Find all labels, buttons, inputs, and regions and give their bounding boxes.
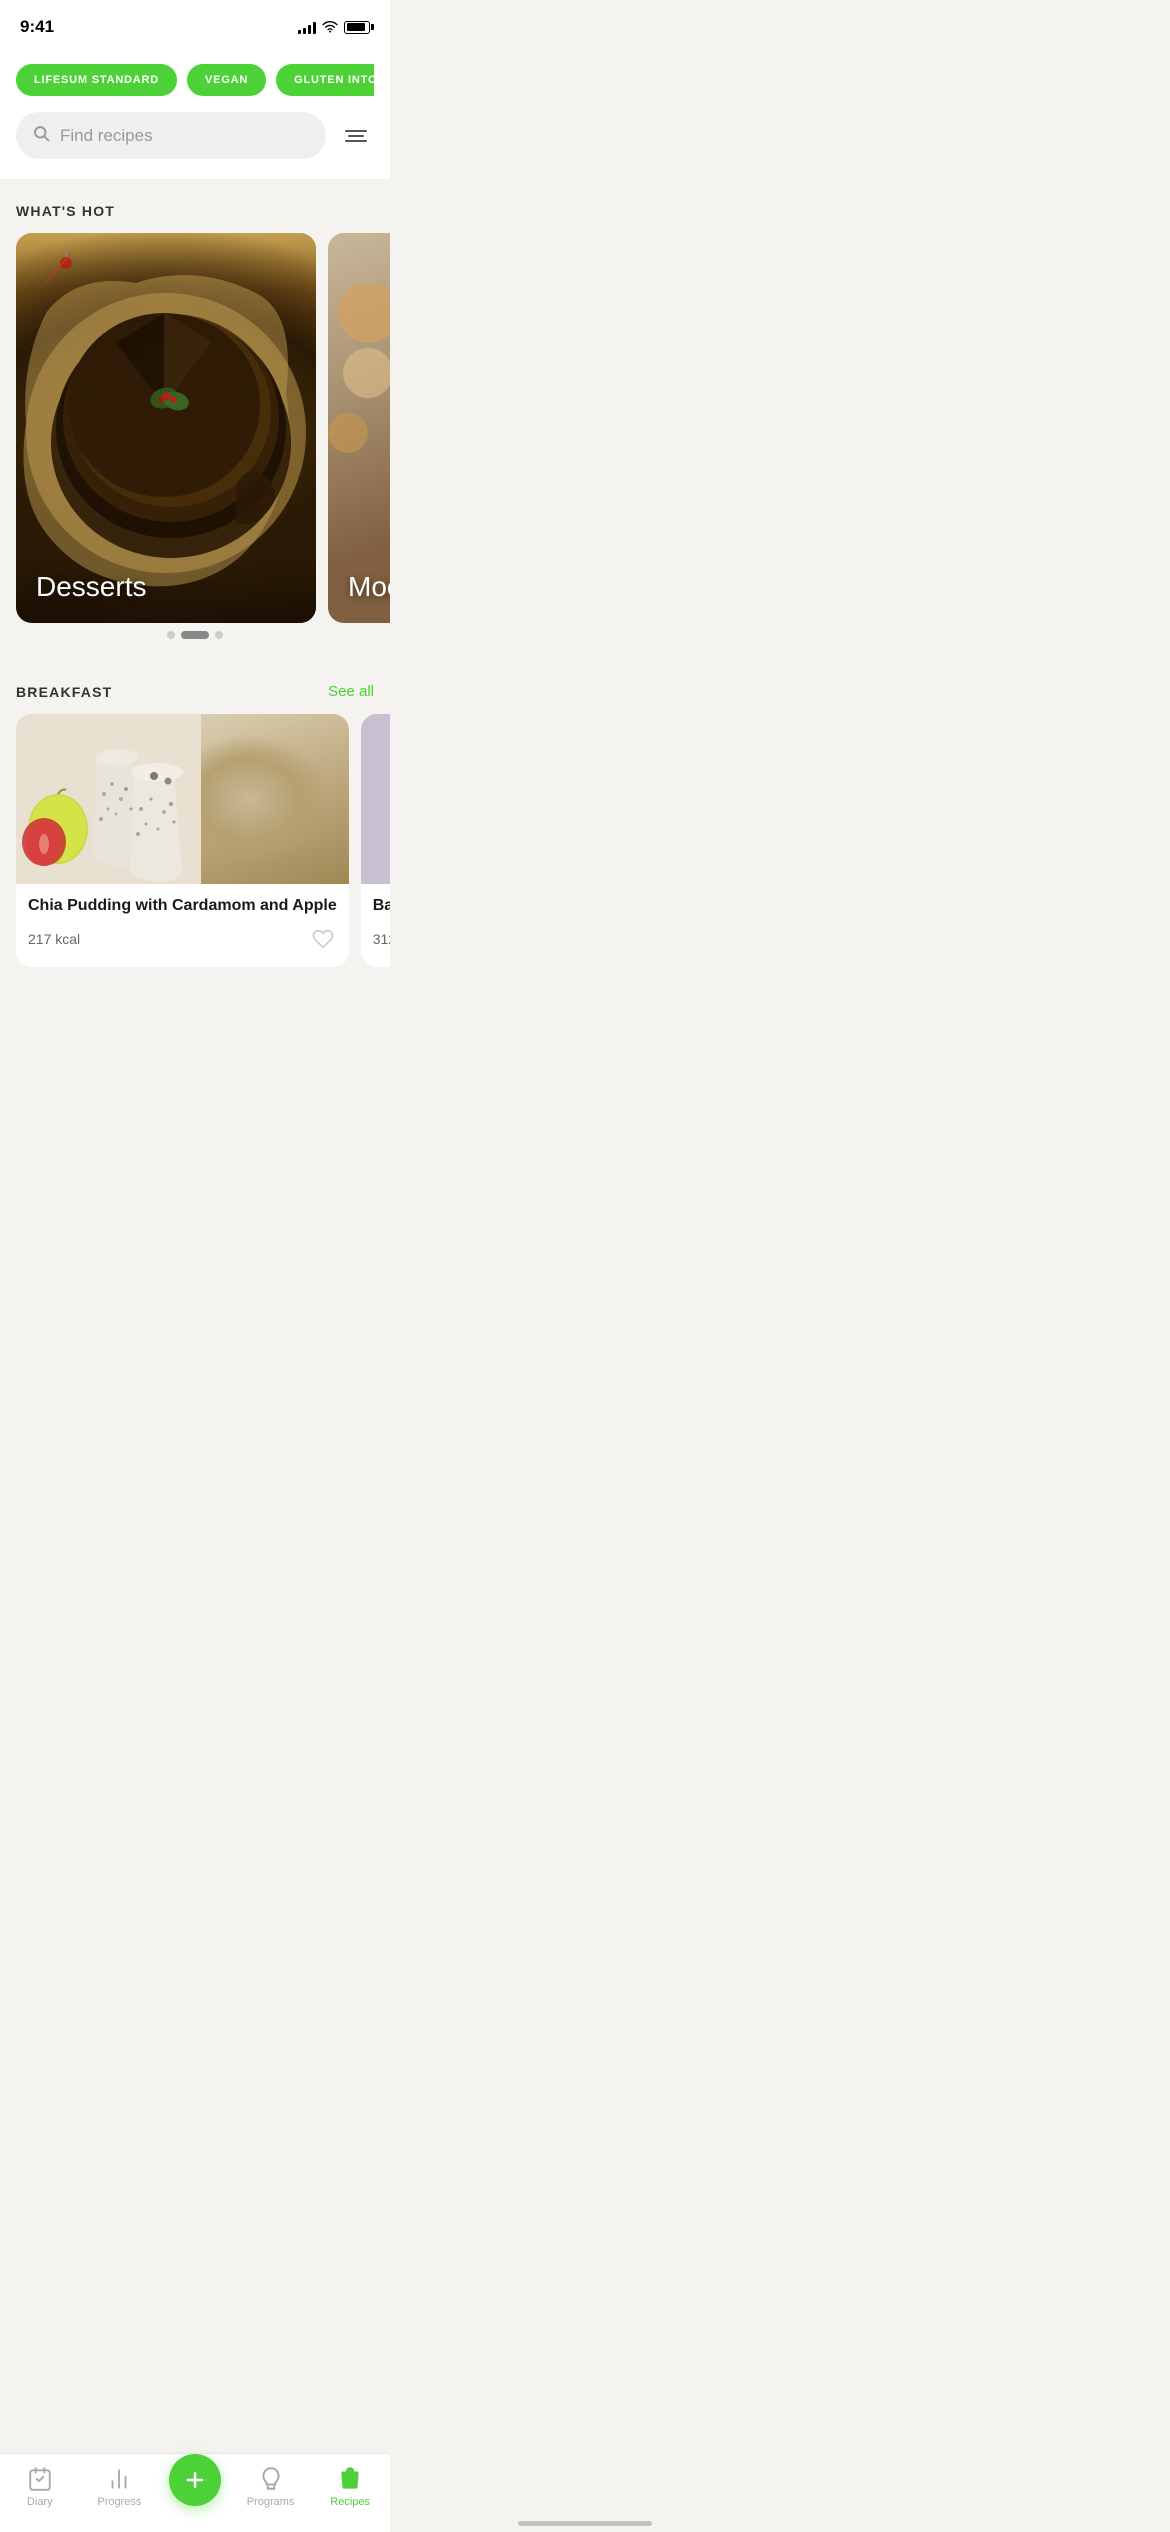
recipe-card-smoothie[interactable]: Banana and blackberry smoothie 312 kcal	[361, 714, 390, 967]
mocktails-label: Mock...	[348, 571, 390, 603]
whats-hot-title: WHAT'S HOT	[16, 203, 115, 219]
desserts-card[interactable]: Desserts	[16, 233, 316, 623]
filter-tab-vegan[interactable]: VEGAN	[187, 64, 266, 96]
smoothie-image	[361, 714, 390, 884]
breakfast-header: BREAKFAST See all	[0, 659, 390, 714]
filter-icon-button[interactable]	[338, 118, 374, 154]
diary-label: Diary	[27, 2496, 53, 2508]
search-placeholder: Find recipes	[60, 126, 153, 146]
chia-pudding-kcal: 217 kcal	[28, 931, 80, 947]
search-bar[interactable]: Find recipes	[16, 112, 326, 159]
breakfast-title: BREAKFAST	[16, 684, 112, 700]
mocktails-card[interactable]: Mock...	[328, 233, 390, 623]
filter-tab-lifesum-standard[interactable]: LIFESUM STANDARD	[16, 64, 177, 96]
programs-icon	[258, 2466, 284, 2492]
progress-icon	[106, 2466, 132, 2492]
recipe-grid: Chia Pudding with Cardamom and Apple 217…	[0, 714, 390, 975]
chia-svg	[16, 714, 201, 884]
programs-label: Programs	[247, 2496, 295, 2508]
bottom-nav: Diary Progress Programs Recipes	[0, 2453, 390, 2532]
filter-lines-icon	[345, 130, 367, 142]
diary-icon	[27, 2466, 53, 2492]
recipe-card-chia[interactable]: Chia Pudding with Cardamom and Apple 217…	[16, 714, 349, 967]
smoothie-kcal: 312 kcal	[373, 931, 390, 947]
smoothie-info: Banana and blackberry smoothie 312 kcal	[361, 884, 390, 967]
nav-item-progress[interactable]: Progress	[89, 2466, 149, 2508]
smoothie-bg	[361, 714, 390, 884]
filter-tab-gluten[interactable]: GLUTEN INTO...	[276, 64, 374, 96]
search-icon	[32, 124, 50, 147]
chia-bg	[16, 714, 349, 884]
signal-icon	[298, 20, 316, 34]
dot-1	[167, 631, 175, 639]
carousel-dots	[0, 631, 390, 659]
chia-pudding-image	[16, 714, 349, 884]
progress-label: Progress	[97, 2496, 141, 2508]
dot-2-active	[181, 631, 209, 639]
battery-icon	[344, 21, 370, 34]
nav-add-button[interactable]	[169, 2454, 221, 2506]
chia-pudding-info: Chia Pudding with Cardamom and Apple 217…	[16, 884, 349, 967]
desserts-image	[16, 233, 316, 623]
whats-hot-carousel[interactable]: Desserts Mock...	[0, 233, 390, 639]
dot-3	[215, 631, 223, 639]
smoothie-svg	[361, 714, 390, 884]
desserts-svg	[16, 233, 316, 623]
wifi-icon	[322, 21, 338, 33]
plus-icon	[183, 2468, 207, 2492]
chia-pudding-name: Chia Pudding with Cardamom and Apple	[28, 896, 337, 917]
main-content: WHAT'S HOT	[0, 179, 390, 1065]
mocktails-svg	[328, 233, 390, 623]
top-section: LIFESUM STANDARD VEGAN GLUTEN INTO... Fi…	[0, 50, 390, 179]
nav-item-recipes[interactable]: Recipes	[320, 2466, 380, 2508]
chia-pudding-meta: 217 kcal	[28, 925, 337, 953]
filter-tabs: LIFESUM STANDARD VEGAN GLUTEN INTO...	[16, 50, 374, 112]
status-bar: 9:41	[0, 0, 390, 50]
see-all-link[interactable]: See all	[328, 683, 374, 700]
recipes-icon	[337, 2466, 363, 2492]
chia-pudding-favorite[interactable]	[309, 925, 337, 953]
search-bar-wrapper: Find recipes	[16, 112, 374, 159]
status-time: 9:41	[20, 17, 54, 37]
nav-item-programs[interactable]: Programs	[241, 2466, 301, 2508]
desserts-label: Desserts	[36, 571, 146, 603]
smoothie-name: Banana and blackberry smoothie	[373, 896, 390, 917]
whats-hot-header: WHAT'S HOT	[0, 179, 390, 233]
recipes-label: Recipes	[330, 2496, 370, 2508]
home-indicator	[518, 2521, 652, 2526]
smoothie-meta: 312 kcal	[373, 925, 390, 953]
status-icons	[298, 20, 370, 34]
nav-item-diary[interactable]: Diary	[10, 2466, 70, 2508]
